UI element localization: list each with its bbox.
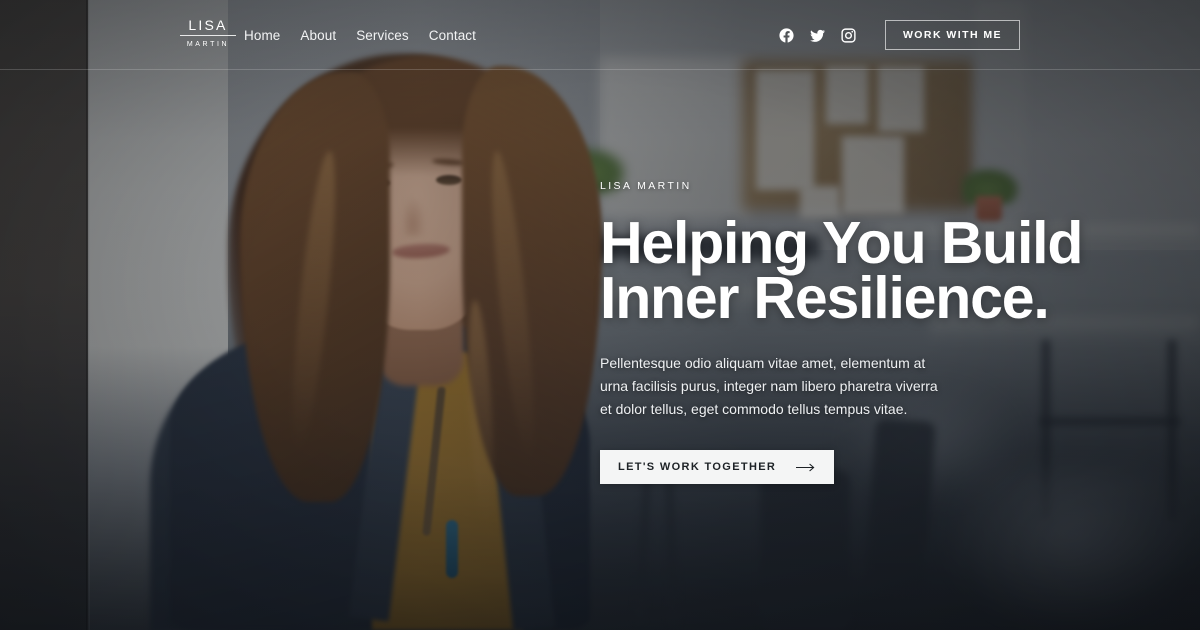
hero-eyebrow: LISA MARTIN <box>600 180 692 192</box>
nav-item-contact[interactable]: Contact <box>429 28 476 43</box>
site-header: LISA MARTIN Home About Services Contact … <box>0 0 1200 70</box>
hero-description: Pellentesque odio aliquam vitae amet, el… <box>600 355 938 417</box>
brand-name-primary: LISA <box>180 18 236 36</box>
hero-title: Helping You Build Inner Resilience. <box>600 210 1120 331</box>
social-links <box>778 27 857 44</box>
twitter-icon[interactable] <box>809 27 826 44</box>
facebook-icon[interactable] <box>778 27 795 44</box>
instagram-icon[interactable] <box>840 27 857 44</box>
lets-work-together-button[interactable]: LET'S WORK TOGETHER <box>600 450 835 484</box>
nav-item-home[interactable]: Home <box>244 28 280 43</box>
arrow-right-icon <box>796 463 816 472</box>
landing-page: LISA MARTIN Home About Services Contact … <box>0 0 1200 630</box>
hero-title-line-1: Helping You Build <box>600 210 1083 276</box>
cta-label: LET'S WORK TOGETHER <box>618 461 777 473</box>
primary-navigation: Home About Services Contact <box>244 0 476 70</box>
hero-section: LISA MARTIN Helping You Build Inner Resi… <box>600 180 1120 484</box>
brand-logo[interactable]: LISA MARTIN <box>180 18 236 51</box>
brand-name-secondary: MARTIN <box>186 41 230 48</box>
hero-title-line-2: Inner Resilience. <box>600 265 1050 331</box>
header-right-cluster: WORK WITH ME <box>778 0 1020 70</box>
work-with-me-button[interactable]: WORK WITH ME <box>884 20 1020 50</box>
nav-item-services[interactable]: Services <box>356 28 409 43</box>
nav-item-about[interactable]: About <box>300 28 336 43</box>
